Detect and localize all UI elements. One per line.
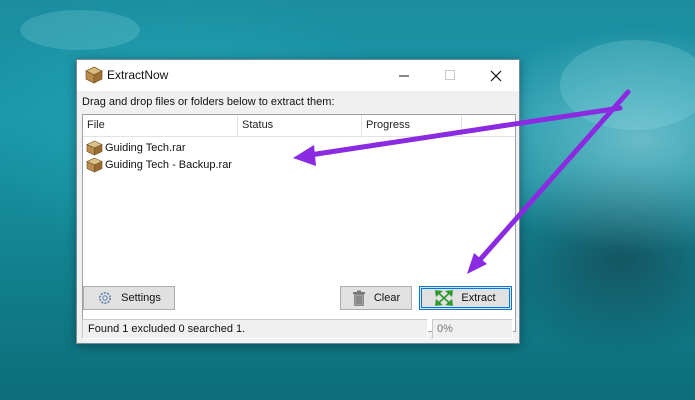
- extract-label: Extract: [461, 292, 496, 304]
- status-message: Found 1 excluded 0 searched 1.: [82, 319, 428, 339]
- clear-button[interactable]: Clear: [340, 286, 412, 310]
- list-item[interactable]: Guiding Tech - Backup.rar: [86, 156, 232, 173]
- water-highlight: [560, 40, 695, 130]
- column-header-status[interactable]: Status: [238, 115, 362, 136]
- file-name: Guiding Tech - Backup.rar: [105, 158, 232, 171]
- expand-arrows-icon: [435, 290, 454, 306]
- file-name: Guiding Tech.rar: [105, 141, 186, 154]
- minimize-button[interactable]: [381, 60, 427, 91]
- column-header-progress[interactable]: Progress: [362, 115, 462, 136]
- list-item[interactable]: Guiding Tech.rar: [86, 139, 186, 156]
- drop-instructions: Drag and drop files or folders below to …: [82, 96, 335, 108]
- maximize-icon: [444, 70, 455, 80]
- list-header: File Status Progress: [83, 115, 515, 137]
- clear-label: Clear: [373, 292, 401, 304]
- package-box-icon: [85, 66, 103, 84]
- gear-icon: [99, 292, 112, 304]
- column-header-file[interactable]: File: [83, 115, 238, 136]
- extract-button[interactable]: Extract: [419, 286, 512, 310]
- settings-button[interactable]: Settings: [83, 286, 175, 310]
- close-button[interactable]: [473, 60, 519, 91]
- minimize-icon: [398, 75, 409, 77]
- overall-progress: 0%: [432, 319, 513, 339]
- title-bar[interactable]: ExtractNow: [77, 60, 519, 91]
- rar-archive-icon: [86, 140, 103, 155]
- trash-icon: [352, 290, 365, 306]
- rar-archive-icon: [86, 157, 103, 172]
- maximize-button[interactable]: [427, 60, 473, 91]
- window-title: ExtractNow: [107, 68, 169, 82]
- close-icon: [490, 70, 502, 81]
- settings-label: Settings: [121, 292, 161, 304]
- extractnow-window: ExtractNow Drag and drop files or folder…: [76, 59, 520, 344]
- water-highlight: [20, 10, 140, 50]
